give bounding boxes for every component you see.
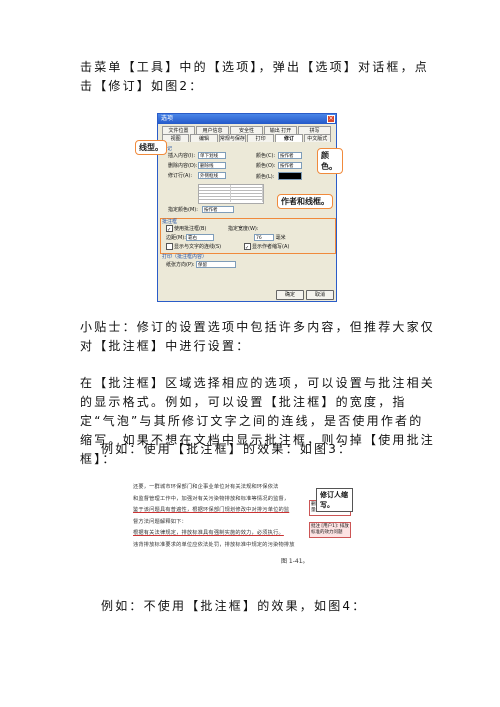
tab-chinese-layout[interactable]: 中文版式	[303, 134, 331, 142]
delete-color-row: 颜色(O): 按作者	[256, 162, 302, 170]
use-balloons-label: 使用批注框(B)	[174, 226, 207, 232]
paragraph-example-without-balloon: 例如：不使用【批注框】的效果，如图4：	[101, 599, 367, 613]
tab-file-locations[interactable]: 文件位置	[162, 126, 195, 134]
insert-label: 插入内容(I):	[168, 153, 196, 159]
format-select[interactable]: 按作者	[202, 206, 234, 213]
delete-color-label: 颜色(O):	[256, 163, 276, 169]
callout-author-frame: 作者和线框。	[277, 194, 333, 209]
tab-edit[interactable]: 编辑	[190, 134, 218, 142]
doc-line: 根据有关法律规定，排放标准具有强制实施的效力，必须执行。	[133, 530, 284, 536]
show-author-checkbox[interactable]: ✓	[244, 243, 251, 251]
doc-line: 和监督管理工作中，加强对有关污染物排放和标准等情况的监督，	[133, 495, 290, 502]
orientation-label: 纸张方向(P):	[166, 262, 195, 268]
delete-label: 删除内容(D):	[168, 163, 198, 169]
insert-color-row: 颜色(C): 按作者	[256, 152, 302, 160]
margin-row: 边距(M): 靠右	[166, 234, 214, 242]
line-color-row: 颜色(L):	[256, 172, 302, 180]
show-author-row: ✓ 显示作者缩写(A)	[244, 243, 289, 251]
doc-line: 违背排放标准要求的单位应依法处罚，排放标准中规定的污染物排放	[133, 541, 295, 548]
tab-output[interactable]: 输出 打开	[264, 126, 297, 134]
insert-select[interactable]: 单下划线	[198, 152, 226, 159]
figure-caption: 图 1-41。	[281, 558, 309, 565]
tab-track-changes[interactable]: 修订	[275, 134, 303, 142]
tab-spelling[interactable]: 拼写	[298, 126, 331, 134]
width-row: 76 毫米	[254, 234, 286, 242]
use-balloons-checkbox[interactable]: ✓	[166, 225, 173, 233]
document-excerpt: 还要，一群城市环保部门和企事业单位对有关法规和环保依法 和监督管理工作中，加强对…	[133, 482, 309, 554]
margin-select[interactable]: 靠右	[186, 234, 214, 241]
width-label-row: 指定宽度(W):	[228, 225, 259, 233]
doc-line: 督方法问题解释如下：	[133, 518, 187, 525]
section-balloons: 批注框	[162, 219, 178, 225]
section-print: 打印（批注框内容）	[162, 254, 208, 260]
use-balloons-row: ✓ 使用批注框(B)	[166, 225, 206, 233]
insert-color-label: 颜色(C):	[256, 153, 276, 159]
cancel-button[interactable]: 取消	[306, 290, 334, 300]
show-author-label: 显示作者缩写(A)	[252, 244, 290, 250]
markup-preview	[198, 184, 264, 204]
delete-row: 删除内容(D): 删除线	[168, 162, 226, 170]
orientation-row: 纸张方向(P): 保留	[166, 261, 236, 269]
figure-balloon-example: 还要，一群城市环保部门和企事业单位对有关法规和环保依法 和监督管理工作中，加强对…	[133, 482, 353, 565]
tab-print[interactable]: 打印	[246, 134, 275, 142]
tab-general-save[interactable]: 常规与保存	[218, 134, 246, 142]
changed-lines-select[interactable]: 外侧框线	[198, 172, 226, 179]
paragraph-example-with-balloon: 例如：使用【批注框】的效果：如图3：	[101, 442, 353, 456]
callout-color: 颜色。	[317, 148, 343, 174]
paragraph-intro: 击菜单【工具】中的【选项】，弹出【选项】对话框，点击【修订】如图2：	[80, 60, 430, 93]
insert-color-select[interactable]: 按作者	[278, 152, 302, 159]
insert-row: 插入内容(I): 单下划线	[168, 152, 226, 160]
format-label: 指定颜色(M):	[168, 207, 198, 213]
callout-author-initials: 修订人缩写。	[316, 488, 353, 512]
width-input[interactable]: 76	[254, 234, 274, 241]
paragraph-tip: 小贴士：修订的设置选项中包括许多内容，但推荐大家仅对【批注框】中进行设置：	[80, 320, 436, 353]
format-row: 指定颜色(M): 按作者	[168, 206, 234, 214]
dialog-title: 选项	[158, 114, 336, 124]
line-color-label: 颜色(L):	[256, 173, 275, 180]
width-label: 指定宽度(W):	[228, 226, 259, 232]
comment-balloon: 批注 [用户1]: 排放标准的效力问题	[309, 522, 351, 538]
changed-lines-label: 修订行(A):	[168, 173, 193, 179]
margin-label: 边距(M):	[166, 235, 186, 241]
orientation-select[interactable]: 保留	[196, 261, 236, 268]
ok-button[interactable]: 确定	[276, 290, 304, 300]
show-lines-checkbox[interactable]	[166, 243, 173, 250]
close-icon[interactable]: ×	[327, 115, 335, 123]
doc-line: 鉴于该问题具有普遍性，根据环保部门规划修改中对排污单位的监	[133, 507, 290, 513]
delete-select[interactable]: 删除线	[198, 162, 226, 169]
line-color-swatch[interactable]	[278, 172, 302, 180]
tab-security[interactable]: 安全性	[230, 126, 263, 134]
show-lines-label: 显示与文字的连线(S)	[174, 244, 222, 250]
width-unit: 毫米	[275, 235, 286, 241]
callout-line-style: 线型。	[135, 140, 167, 155]
changed-lines-row: 修订行(A): 外侧框线	[168, 172, 226, 180]
dialog-tabs: 文件位置 用户信息 安全性 输出 打开 拼写 视图 编辑 常规与保存 打印 修订…	[162, 126, 332, 142]
delete-color-select[interactable]: 按作者	[278, 162, 302, 169]
doc-line: 还要，一群城市环保部门和企事业单位对有关法规和环保依法	[133, 484, 279, 490]
tab-user-info[interactable]: 用户信息	[196, 126, 229, 134]
show-lines-row: 显示与文字的连线(S)	[166, 243, 221, 251]
figure-options-dialog: 选项 × 文件位置 用户信息 安全性 输出 打开 拼写 视图 编辑 常规与保存 …	[135, 110, 343, 306]
